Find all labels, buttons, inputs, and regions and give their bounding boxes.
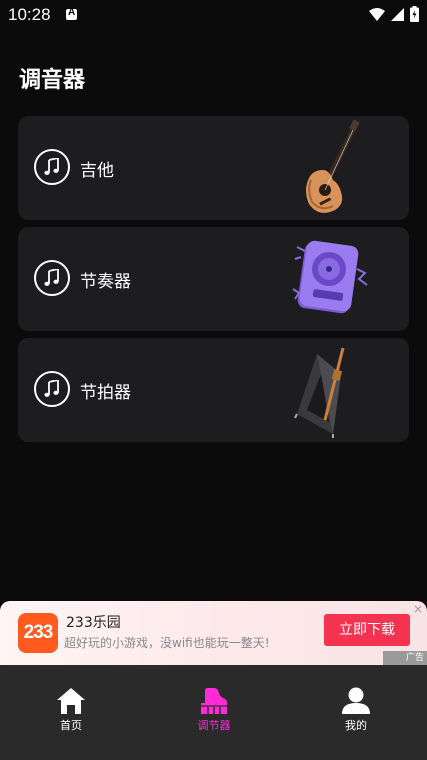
rhythm-box-image <box>292 240 368 314</box>
nav-label-tuner: 调节器 <box>197 719 231 732</box>
nav-item-mine[interactable]: 我的 <box>326 687 386 737</box>
guitar-image <box>306 119 360 213</box>
music-note-icon <box>34 260 70 296</box>
battery-icon <box>410 6 419 22</box>
home-icon <box>57 688 85 714</box>
user-icon <box>342 687 370 714</box>
card-label-guitar: 吉他 <box>80 161 114 181</box>
ad-description: 超好玩的小游戏，没wifi也能玩一整天! <box>64 636 270 650</box>
signal-icon <box>391 7 404 21</box>
status-icons <box>369 5 419 23</box>
nav-item-home[interactable]: 首页 <box>41 687 101 737</box>
notification-app-icon <box>66 7 77 20</box>
bottom-nav: 首页 调节器 我的 <box>0 665 427 760</box>
ad-tag: 广告 <box>383 651 427 665</box>
card-label-metronome: 节拍器 <box>80 383 131 403</box>
nav-item-tuner[interactable]: 调节器 <box>184 687 244 737</box>
card-metronome[interactable]: 节拍器 <box>18 338 409 442</box>
close-icon[interactable]: × <box>413 602 423 616</box>
page-title: 调音器 <box>19 68 86 93</box>
card-guitar[interactable]: 吉他 <box>18 116 409 220</box>
ad-tag-label: 广告 <box>405 653 424 663</box>
card-label-rhythm: 节奏器 <box>80 272 131 292</box>
status-bar: 10:28 <box>0 0 427 30</box>
card-rhythm[interactable]: 节奏器 <box>18 227 409 331</box>
ad-download-button[interactable]: 立即下载 <box>324 614 410 646</box>
piano-icon <box>201 688 227 714</box>
music-note-icon <box>34 149 70 185</box>
music-note-icon <box>34 371 70 407</box>
wifi-icon <box>369 7 385 21</box>
status-time: 10:28 <box>8 5 51 24</box>
ad-title: 233乐园 <box>66 615 121 631</box>
ad-banner[interactable]: 233 233乐园 超好玩的小游戏，没wifi也能玩一整天! 立即下载 × 广告 <box>0 601 427 665</box>
ad-app-logo: 233 <box>18 613 58 653</box>
nav-label-home: 首页 <box>60 719 82 732</box>
metronome-image <box>294 347 345 438</box>
nav-label-mine: 我的 <box>345 719 367 732</box>
